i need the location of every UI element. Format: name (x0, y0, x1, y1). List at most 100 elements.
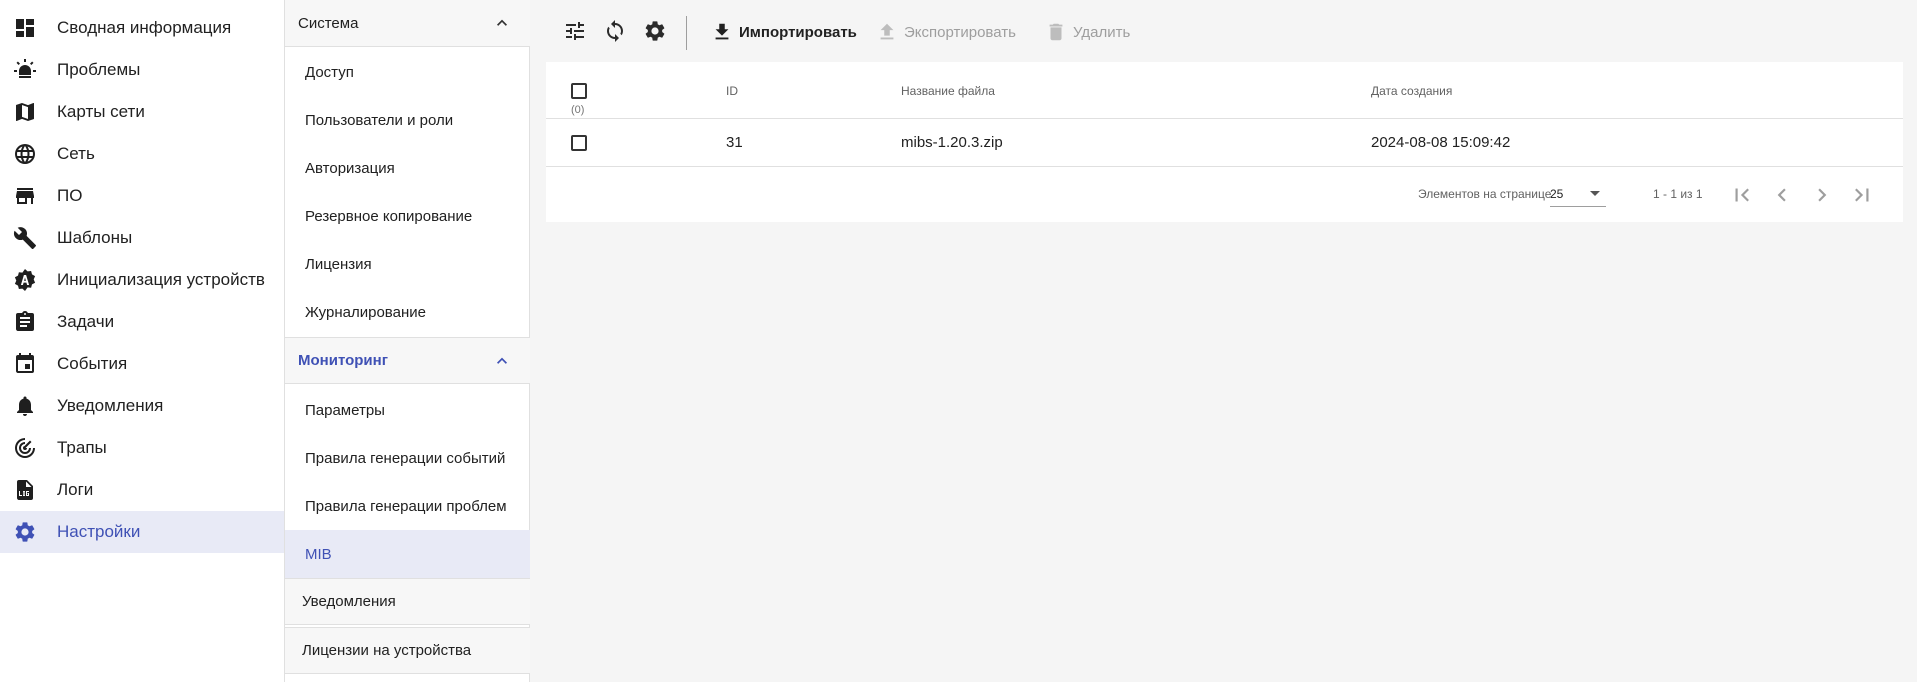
refresh-icon[interactable] (603, 19, 627, 43)
nav-item-notifications[interactable]: Уведомления (0, 385, 284, 427)
dashboard-icon (13, 16, 37, 40)
section-title: Лицензии на устройства (302, 642, 472, 659)
chevron-up-icon[interactable] (492, 351, 512, 371)
nav-item-label: Логи (57, 480, 94, 499)
submenu-item-license[interactable]: Лицензия (285, 240, 530, 288)
download-icon (715, 23, 729, 40)
nav-item-tasks[interactable]: Задачи (0, 301, 284, 343)
nav-item-problems[interactable]: Проблемы (0, 49, 284, 91)
items-per-page-label: Элементов на странице (1418, 187, 1552, 201)
next-page-icon[interactable] (1809, 182, 1835, 208)
nav-item-settings[interactable]: Настройки (0, 511, 284, 553)
submenu-item-authorization[interactable]: Авторизация (285, 144, 530, 192)
table-row[interactable]: 31 mibs-1.20.3.zip 2024-08-08 15:09:42 (546, 119, 1903, 167)
import-button[interactable]: Импортировать (711, 20, 857, 44)
nav-item-traps[interactable]: Трапы (0, 427, 284, 469)
gear-icon (13, 520, 37, 544)
column-header-created[interactable]: Дата создания (1371, 84, 1452, 98)
tune-icon[interactable] (563, 19, 587, 43)
section-device-licenses-header[interactable]: Лицензии на устройства (285, 627, 530, 674)
section-notifications-header[interactable]: Уведомления (285, 578, 530, 625)
wrench-icon (13, 226, 37, 250)
submenu-item-label: Правила генерации проблем (305, 497, 507, 515)
submenu-item-label: Доступ (305, 63, 354, 81)
delete-label: Удалить (1073, 23, 1131, 41)
export-label: Экспортировать (904, 23, 1016, 41)
main-nav: Сводная информация Проблемы Карты сети С… (0, 0, 284, 682)
submenu-item-access[interactable]: Доступ (285, 48, 530, 96)
nav-item-label: Карты сети (57, 102, 145, 121)
submenu-item-label: Лицензия (305, 255, 372, 273)
submenu-item-label: Резервное копирование (305, 207, 473, 225)
settings-submenu: Система Доступ Пользователи и роли Автор… (284, 0, 530, 682)
main-content: Импортировать Экспортировать Удалить (0)… (531, 0, 1917, 682)
nav-item-network-maps[interactable]: Карты сети (0, 91, 284, 133)
section-title: Уведомления (302, 593, 396, 610)
submenu-item-label: Пользователи и роли (305, 111, 454, 129)
paginator: Элементов на странице 25 1 - 1 из 1 (546, 167, 1903, 222)
nav-item-events[interactable]: События (0, 343, 284, 385)
nav-item-label: Сеть (57, 144, 95, 163)
column-header-id[interactable]: ID (726, 84, 738, 98)
globe-icon (13, 142, 37, 166)
toolbar: Импортировать Экспортировать Удалить (546, 0, 1903, 62)
bell-icon (13, 394, 37, 418)
nav-item-templates[interactable]: Шаблоны (0, 217, 284, 259)
toolbar-divider (686, 16, 687, 50)
import-label: Импортировать (739, 23, 857, 41)
page-size-select[interactable]: 25 (1550, 181, 1606, 207)
submenu-item-label: Правила генерации событий (305, 449, 506, 467)
chevron-up-icon[interactable] (492, 13, 512, 33)
nav-item-dashboard[interactable]: Сводная информация (0, 7, 284, 49)
gear-icon[interactable] (643, 19, 667, 43)
submenu-item-label: Параметры (305, 401, 385, 419)
submenu-item-label: MIB (305, 545, 332, 563)
submenu-item-users-roles[interactable]: Пользователи и роли (285, 96, 530, 144)
submenu-item-mib[interactable]: MIB (285, 530, 530, 578)
submenu-item-backup[interactable]: Резервное копирование (285, 192, 530, 240)
store-icon (13, 184, 37, 208)
section-monitoring-header[interactable]: Мониторинг (285, 337, 530, 384)
trash-icon (1049, 23, 1063, 41)
dropdown-arrow-icon (1590, 191, 1600, 196)
nav-item-label: Настройки (57, 522, 141, 541)
nav-item-device-init[interactable]: Инициализация устройств (0, 259, 284, 301)
nav-item-label: Уведомления (57, 396, 164, 415)
mib-table: (0) ID Название файла Дата создания 31 m… (546, 62, 1903, 222)
page-size-value: 25 (1550, 187, 1564, 201)
nav-item-label: Трапы (57, 438, 107, 457)
log-file-icon (13, 478, 37, 502)
section-title: Мониторинг (298, 352, 388, 369)
section-title: Система (298, 14, 359, 32)
submenu-item-event-rules[interactable]: Правила генерации событий (285, 434, 530, 482)
nav-item-software[interactable]: ПО (0, 175, 284, 217)
nav-item-network[interactable]: Сеть (0, 133, 284, 175)
cell-created: 2024-08-08 15:09:42 (1371, 134, 1511, 151)
cell-filename: mibs-1.20.3.zip (901, 134, 1003, 151)
clipboard-icon (13, 310, 37, 334)
first-page-icon[interactable] (1729, 182, 1755, 208)
export-button[interactable]: Экспортировать (876, 20, 1016, 44)
badge-a-icon (13, 268, 37, 292)
select-all-checkbox[interactable] (571, 83, 587, 99)
selected-count: (0) (571, 104, 585, 116)
nav-item-label: Сводная информация (57, 18, 232, 37)
section-system-header[interactable]: Система (285, 0, 530, 47)
page-range: 1 - 1 из 1 (1653, 187, 1703, 201)
calendar-icon (13, 352, 37, 376)
last-page-icon[interactable] (1849, 182, 1875, 208)
nav-item-label: Шаблоны (57, 228, 133, 247)
submenu-item-parameters[interactable]: Параметры (285, 386, 530, 434)
row-checkbox[interactable] (571, 135, 587, 151)
alarm-light-icon (13, 58, 37, 82)
table-header: (0) ID Название файла Дата создания (546, 62, 1903, 119)
upload-icon (880, 23, 894, 40)
column-header-filename[interactable]: Название файла (901, 84, 995, 98)
submenu-item-logging[interactable]: Журналирование (285, 288, 530, 336)
submenu-item-label: Авторизация (305, 159, 395, 177)
delete-button[interactable]: Удалить (1045, 20, 1130, 44)
nav-item-label: Проблемы (57, 60, 141, 79)
nav-item-logs[interactable]: Логи (0, 469, 284, 511)
previous-page-icon[interactable] (1769, 182, 1795, 208)
submenu-item-problem-rules[interactable]: Правила генерации проблем (285, 482, 530, 530)
